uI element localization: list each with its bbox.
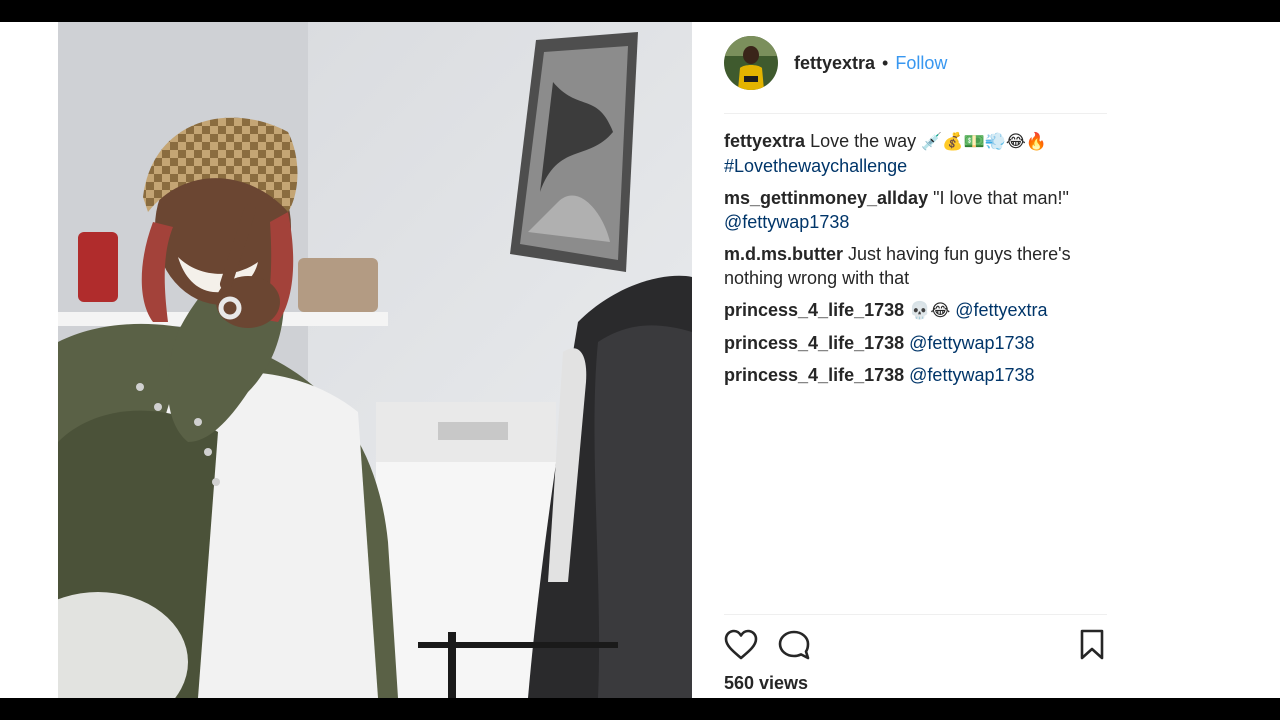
comment-icon[interactable]	[778, 629, 812, 666]
comment-username[interactable]: princess_4_life_1738	[724, 333, 904, 353]
views-count: 560 views	[724, 673, 809, 693]
comment-username[interactable]: princess_4_life_1738	[724, 300, 904, 320]
comment-item: m.d.ms.butter Just having fun guys there…	[724, 242, 1107, 290]
comment-item: princess_4_life_1738 💀😂 @fettyextra	[724, 298, 1107, 323]
comment-item: princess_4_life_1738 @fettywap1738	[724, 331, 1107, 355]
action-bar	[724, 629, 1107, 663]
comment-item: princess_4_life_1738 @fettywap1738	[724, 363, 1107, 387]
header-separator: •	[882, 52, 889, 73]
heart-icon[interactable]	[724, 629, 758, 666]
post-frame: fettyextra • Follow fettyextra Love the …	[0, 22, 1280, 698]
mention-link[interactable]: @fettyextra	[955, 300, 1047, 320]
comment-text: "I love that man!"	[933, 188, 1069, 208]
post-video[interactable]	[58, 22, 692, 698]
mention-link[interactable]: @fettywap1738	[909, 333, 1034, 353]
mention-link[interactable]: @fettywap1738	[909, 365, 1034, 385]
post-username[interactable]: fettyextra	[794, 53, 875, 74]
hashtag-link[interactable]: #Lovethewaychallenge	[724, 156, 907, 176]
avatar[interactable]	[724, 36, 778, 90]
bookmark-icon[interactable]	[1079, 629, 1105, 666]
caption: fettyextra Love the way 💉💰💵💨😂🔥 #Lovethew…	[724, 129, 1107, 178]
video-frame-image	[58, 22, 692, 698]
post-header: fettyextra • Follow	[724, 36, 1107, 90]
comments-list: fettyextra Love the way 💉💰💵💨😂🔥 #Lovethew…	[724, 129, 1107, 395]
comment-emoji: 💀😂	[909, 301, 951, 320]
actions-divider	[724, 614, 1107, 615]
comment-username[interactable]: m.d.ms.butter	[724, 244, 843, 264]
comment-item: ms_gettinmoney_allday "I love that man!"…	[724, 186, 1107, 234]
comment-username[interactable]: princess_4_life_1738	[724, 365, 904, 385]
comment-username[interactable]: ms_gettinmoney_allday	[724, 188, 928, 208]
header-divider	[724, 113, 1107, 114]
mention-link[interactable]: @fettywap1738	[724, 212, 849, 232]
avatar-image	[724, 36, 778, 90]
comment-emoji: 💉💰💵💨😂🔥	[921, 132, 1047, 151]
comment-username[interactable]: fettyextra	[724, 131, 805, 151]
comment-text: Love the way	[810, 131, 917, 151]
post-panel: fettyextra • Follow fettyextra Love the …	[692, 22, 1132, 698]
follow-button[interactable]: Follow	[895, 53, 947, 74]
